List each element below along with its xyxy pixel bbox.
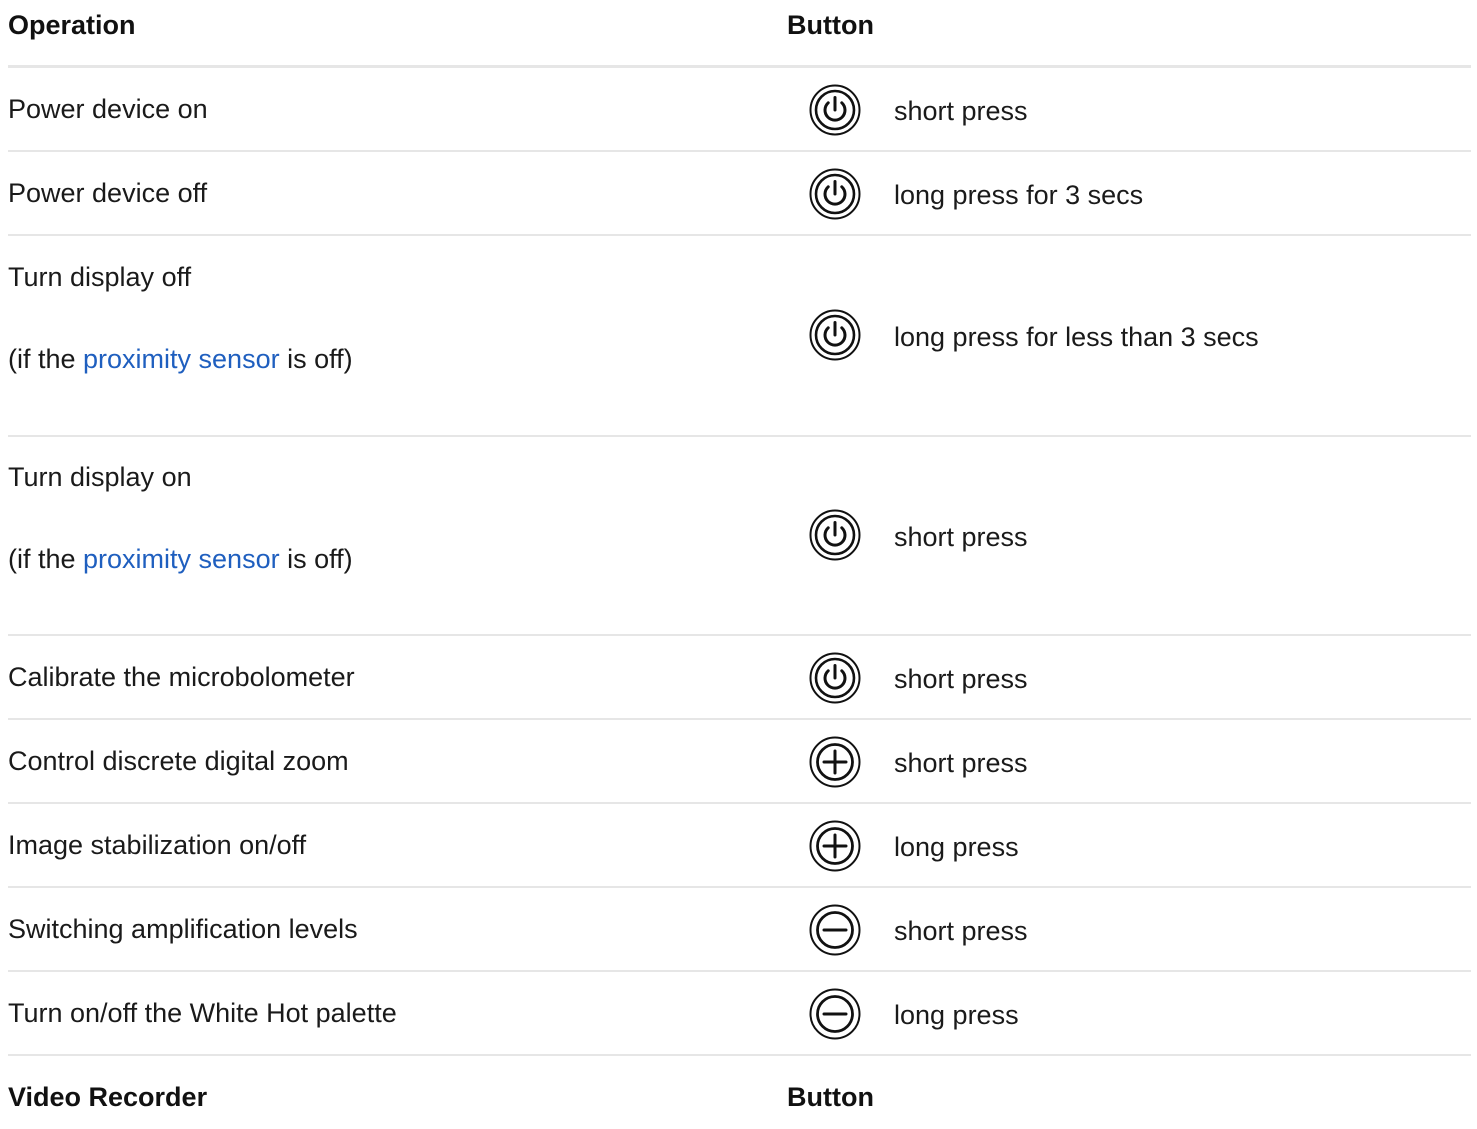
operation-note: (if the proximity sensor is off) [8,541,353,577]
header-operation: Operation [8,10,136,40]
table-row: Image stabilization on/off long press [8,804,1471,888]
header-button: Button [787,1082,874,1112]
table-row: Calibrate the microbolometer short press [8,636,1471,720]
minus-icon [809,904,861,956]
operation-note: (if the proximity sensor is off) [8,341,353,377]
table-header: Operation Button [8,0,1471,68]
power-icon [809,168,861,220]
press-label: short press [894,664,1028,694]
operation-label: Power device off [8,178,208,208]
note-suffix: is off) [279,544,353,574]
press-label: long press [894,1000,1019,1030]
press-label: short press [894,748,1028,778]
press-label: long press [894,832,1019,862]
plus-icon [809,820,861,872]
press-label: long press for 3 secs [894,180,1144,210]
operation-label: Turn display on [8,462,192,492]
note-prefix: (if the [8,544,84,574]
power-icon [809,652,861,704]
press-label: short press [894,916,1028,946]
proximity-sensor-link[interactable]: proximity sensor [83,544,280,574]
table-row: Turn display on (if the proximity sensor… [8,437,1471,636]
table-row: Control discrete digital zoom short pres… [8,720,1471,804]
power-icon [809,509,861,561]
table-row: Power device on short press [8,68,1471,152]
table-row: Turn on/off the White Hot palette long p… [8,972,1471,1056]
operations-table: Operation Button Power device on short p… [8,0,1471,1126]
table-row: Switching amplification levels short pre… [8,888,1471,972]
video-recorder-header: Video Recorder Button [8,1056,1471,1126]
operation-label: Image stabilization on/off [8,830,307,860]
note-suffix: is off) [279,344,353,374]
power-icon [809,84,861,136]
header-button: Button [787,10,874,40]
power-icon [809,309,861,361]
minus-icon [809,988,861,1040]
operation-label: Control discrete digital zoom [8,746,349,776]
operation-label: Turn on/off the White Hot palette [8,998,397,1028]
press-label: short press [894,96,1028,126]
press-label: short press [894,522,1028,552]
proximity-sensor-link[interactable]: proximity sensor [83,344,280,374]
plus-icon [809,736,861,788]
operation-label: Switching amplification levels [8,914,358,944]
table-row: Power device off long press for 3 secs [8,152,1471,236]
press-label: long press for less than 3 secs [894,322,1259,352]
note-prefix: (if the [8,344,84,374]
operation-label: Turn display off [8,262,192,292]
operation-label: Calibrate the microbolometer [8,662,355,692]
table-row: Turn display off (if the proximity senso… [8,236,1471,437]
operation-label: Power device on [8,94,208,124]
header-video-recorder: Video Recorder [8,1082,208,1112]
